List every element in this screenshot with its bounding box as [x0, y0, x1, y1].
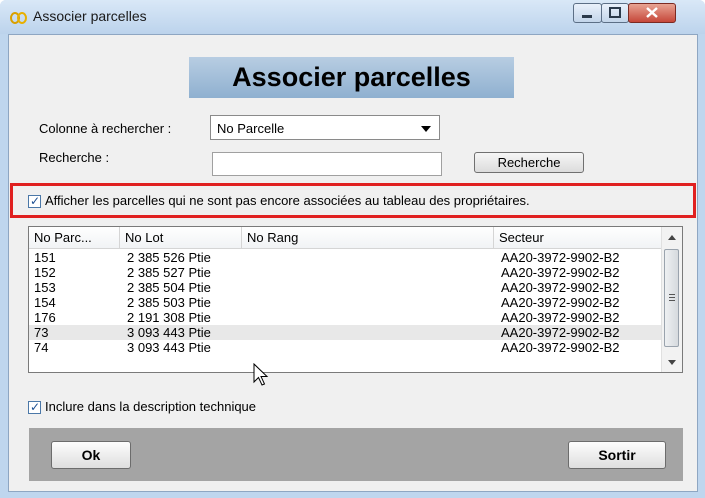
cell-parcel: 154: [34, 295, 56, 310]
minimize-button[interactable]: [573, 3, 602, 23]
cell-lot: 2 385 504 Ptie: [127, 280, 211, 295]
window-title: Associer parcelles: [33, 8, 147, 24]
scroll-up-icon[interactable]: [668, 235, 676, 240]
ok-button[interactable]: Ok: [51, 441, 131, 469]
table-scrollbar[interactable]: [661, 227, 682, 372]
search-label: Recherche :: [39, 150, 110, 165]
page-title: Associer parcelles: [189, 57, 514, 98]
search-input[interactable]: [212, 152, 442, 176]
cell-lot: 2 385 527 Ptie: [127, 265, 211, 280]
cell-parcel: 153: [34, 280, 56, 295]
chevron-down-icon: [421, 126, 431, 132]
app-logo-icon: [10, 12, 27, 24]
table-row[interactable]: 176 2 191 308 Ptie AA20-3972-9902-B2: [29, 310, 661, 325]
include-description-checkbox[interactable]: ✓: [28, 400, 41, 414]
table-row[interactable]: 74 3 093 443 Ptie AA20-3972-9902-B2: [29, 340, 661, 355]
cell-sector: AA20-3972-9902-B2: [501, 265, 620, 280]
column-header-rang[interactable]: No Rang: [242, 227, 494, 248]
column-label: Colonne à rechercher :: [39, 121, 172, 136]
maximize-button[interactable]: [601, 3, 629, 23]
table-row[interactable]: 153 2 385 504 Ptie AA20-3972-9902-B2: [29, 280, 661, 295]
cell-lot: 3 093 443 Ptie: [127, 325, 211, 340]
checkmark-icon: ✓: [30, 194, 41, 208]
mouse-pointer-icon: [253, 363, 269, 386]
scrollbar-thumb[interactable]: [664, 249, 679, 347]
close-button[interactable]: [628, 3, 676, 23]
dialog-body: Associer parcelles Colonne à rechercher …: [8, 34, 698, 492]
cell-sector: AA20-3972-9902-B2: [501, 250, 620, 265]
table-row[interactable]: 151 2 385 526 Ptie AA20-3972-9902-B2: [29, 250, 661, 265]
search-button[interactable]: Recherche: [474, 152, 584, 173]
table-row[interactable]: 152 2 385 527 Ptie AA20-3972-9902-B2: [29, 265, 661, 280]
cell-lot: 2 385 526 Ptie: [127, 250, 211, 265]
table-row-selected[interactable]: 73 3 093 443 Ptie AA20-3972-9902-B2: [29, 325, 661, 340]
cell-sector: AA20-3972-9902-B2: [501, 325, 620, 340]
grip-icon-line: [669, 297, 675, 298]
cell-sector: AA20-3972-9902-B2: [501, 340, 620, 355]
cell-parcel: 152: [34, 265, 56, 280]
minimize-icon: [582, 15, 592, 18]
column-select[interactable]: No Parcelle: [210, 115, 440, 140]
grip-icon: [669, 294, 675, 295]
dialog-window: Associer parcelles Associer parcelles Co…: [0, 0, 705, 498]
cell-parcel: 176: [34, 310, 56, 325]
cell-lot: 3 093 443 Ptie: [127, 340, 211, 355]
cell-sector: AA20-3972-9902-B2: [501, 295, 620, 310]
column-header-parcel[interactable]: No Parc...: [29, 227, 120, 248]
column-header-lot[interactable]: No Lot: [120, 227, 242, 248]
cell-lot: 2 385 503 Ptie: [127, 295, 211, 310]
maximize-icon: [609, 7, 621, 18]
table-row[interactable]: 154 2 385 503 Ptie AA20-3972-9902-B2: [29, 295, 661, 310]
title-bar[interactable]: Associer parcelles: [0, 0, 705, 34]
cell-parcel: 151: [34, 250, 56, 265]
table-header: No Parc... No Lot No Rang Secteur: [29, 227, 661, 249]
cell-sector: AA20-3972-9902-B2: [501, 280, 620, 295]
parcels-table[interactable]: No Parc... No Lot No Rang Secteur 151 2 …: [28, 226, 683, 373]
cell-sector: AA20-3972-9902-B2: [501, 310, 620, 325]
show-unassociated-checkbox[interactable]: ✓: [28, 194, 41, 208]
close-icon: [646, 7, 658, 18]
exit-button[interactable]: Sortir: [568, 441, 666, 469]
checkmark-icon: ✓: [30, 400, 41, 414]
cell-lot: 2 191 308 Ptie: [127, 310, 211, 325]
column-select-value: No Parcelle: [217, 121, 285, 136]
show-unassociated-label: Afficher les parcelles qui ne sont pas e…: [45, 193, 530, 208]
cell-parcel: 73: [34, 325, 49, 340]
cell-parcel: 74: [34, 340, 49, 355]
grip-icon-line: [669, 300, 675, 301]
scroll-down-icon[interactable]: [668, 360, 676, 365]
column-header-sector[interactable]: Secteur: [494, 227, 661, 248]
include-description-label: Inclure dans la description technique: [45, 399, 257, 414]
